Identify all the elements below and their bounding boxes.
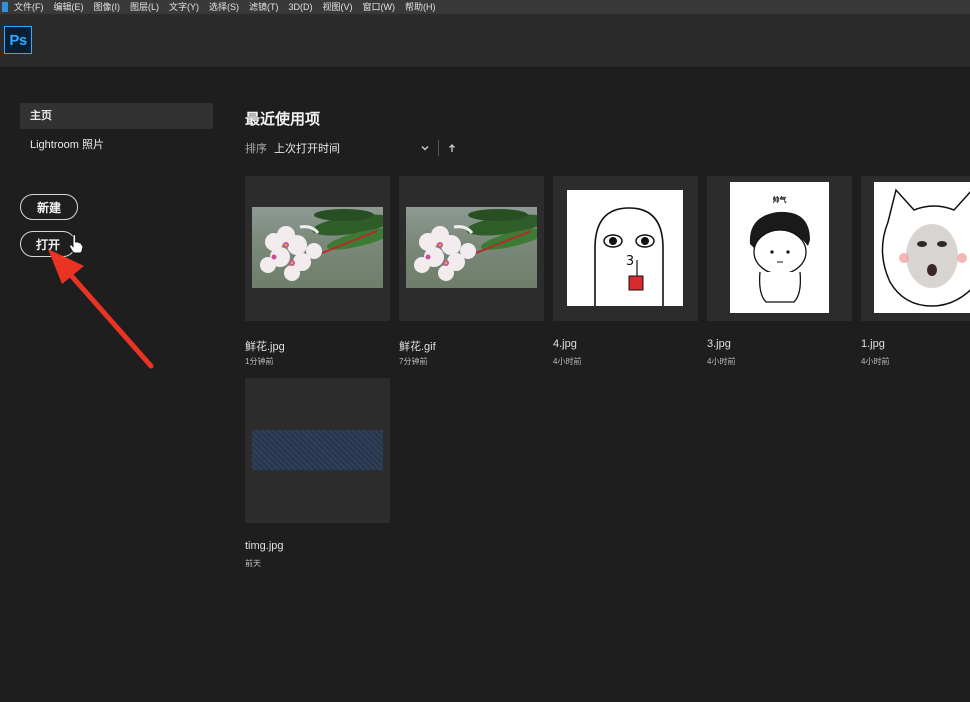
file-name: timg.jpg <box>245 540 284 552</box>
main-content: 最近使用项 排序 上次打开时间 鲜花.jpg 1分钟前 鲜花.gif 7分钟前 … <box>225 68 970 702</box>
menu-view[interactable]: 视图(V) <box>323 0 353 14</box>
menu-help[interactable]: 帮助(H) <box>405 0 436 14</box>
file-thumbnail[interactable] <box>861 176 970 321</box>
menu-edit[interactable]: 编辑(E) <box>54 0 84 14</box>
file-thumbnail[interactable] <box>245 378 390 523</box>
file-time: 4小时前 <box>707 357 736 366</box>
menu-bar: 文件(F) 编辑(E) 图像(I) 图层(L) 文字(Y) 选择(S) 滤镜(T… <box>0 0 970 14</box>
ps-mini-icon <box>2 2 8 12</box>
flower-preview-image <box>406 207 537 288</box>
file-thumbnail[interactable]: 帅气 <box>707 176 852 321</box>
menu-filter[interactable]: 滤镜(T) <box>249 0 279 14</box>
file-thumbnail[interactable] <box>399 176 544 321</box>
file-time: 4小时前 <box>861 357 890 366</box>
menu-select[interactable]: 选择(S) <box>209 0 239 14</box>
menu-layer[interactable]: 图层(L) <box>130 0 159 14</box>
file-name: 4.jpg <box>553 338 577 350</box>
file-time: 前天 <box>245 559 261 568</box>
logo-text: Ps <box>9 31 27 49</box>
menu-file[interactable]: 文件(F) <box>14 0 44 14</box>
file-time: 7分钟前 <box>399 357 428 366</box>
sort-order-arrow-icon[interactable] <box>448 143 456 153</box>
sort-row: 排序 上次打开时间 <box>245 139 456 157</box>
file-thumbnail[interactable] <box>245 176 390 321</box>
menu-image[interactable]: 图像(I) <box>94 0 121 14</box>
svg-text:3: 3 <box>626 254 634 269</box>
sidebar: 主页 Lightroom 照片 新建 打开 <box>0 68 225 702</box>
sidebar-item-home[interactable]: 主页 <box>20 103 213 129</box>
divider <box>438 140 439 156</box>
sidebar-item-lightroom[interactable]: Lightroom 照片 <box>20 132 213 158</box>
cartoon-shuaiqi-preview-image: 帅气 <box>730 182 829 313</box>
menu-window[interactable]: 窗口(W) <box>363 0 396 14</box>
shuaiqi-caption: 帅气 <box>772 197 787 204</box>
photoshop-logo[interactable]: Ps <box>4 26 32 54</box>
cartoon-drink-preview-image: 3 <box>567 190 683 306</box>
file-name: 1.jpg <box>861 338 885 350</box>
dark-fabric-preview-image <box>252 430 383 470</box>
flower-preview-image <box>252 207 383 288</box>
file-name: 3.jpg <box>707 338 731 350</box>
chevron-down-icon[interactable] <box>420 143 430 153</box>
file-time: 4小时前 <box>553 357 582 366</box>
file-time: 1分钟前 <box>245 357 274 366</box>
cartoon-cat-face-preview-image <box>874 182 970 313</box>
new-button[interactable]: 新建 <box>20 194 78 220</box>
sort-label: 排序 <box>245 143 267 155</box>
options-bar: Ps <box>0 14 970 68</box>
hand-cursor-icon <box>69 234 84 254</box>
menu-type[interactable]: 文字(Y) <box>169 0 199 14</box>
file-name: 鲜花.jpg <box>245 341 285 353</box>
menu-3d[interactable]: 3D(D) <box>289 0 313 14</box>
file-name: 鲜花.gif <box>399 341 436 353</box>
sort-dropdown[interactable]: 上次打开时间 <box>274 140 420 156</box>
file-thumbnail[interactable]: 3 <box>553 176 698 321</box>
recent-title: 最近使用项 <box>245 111 321 128</box>
